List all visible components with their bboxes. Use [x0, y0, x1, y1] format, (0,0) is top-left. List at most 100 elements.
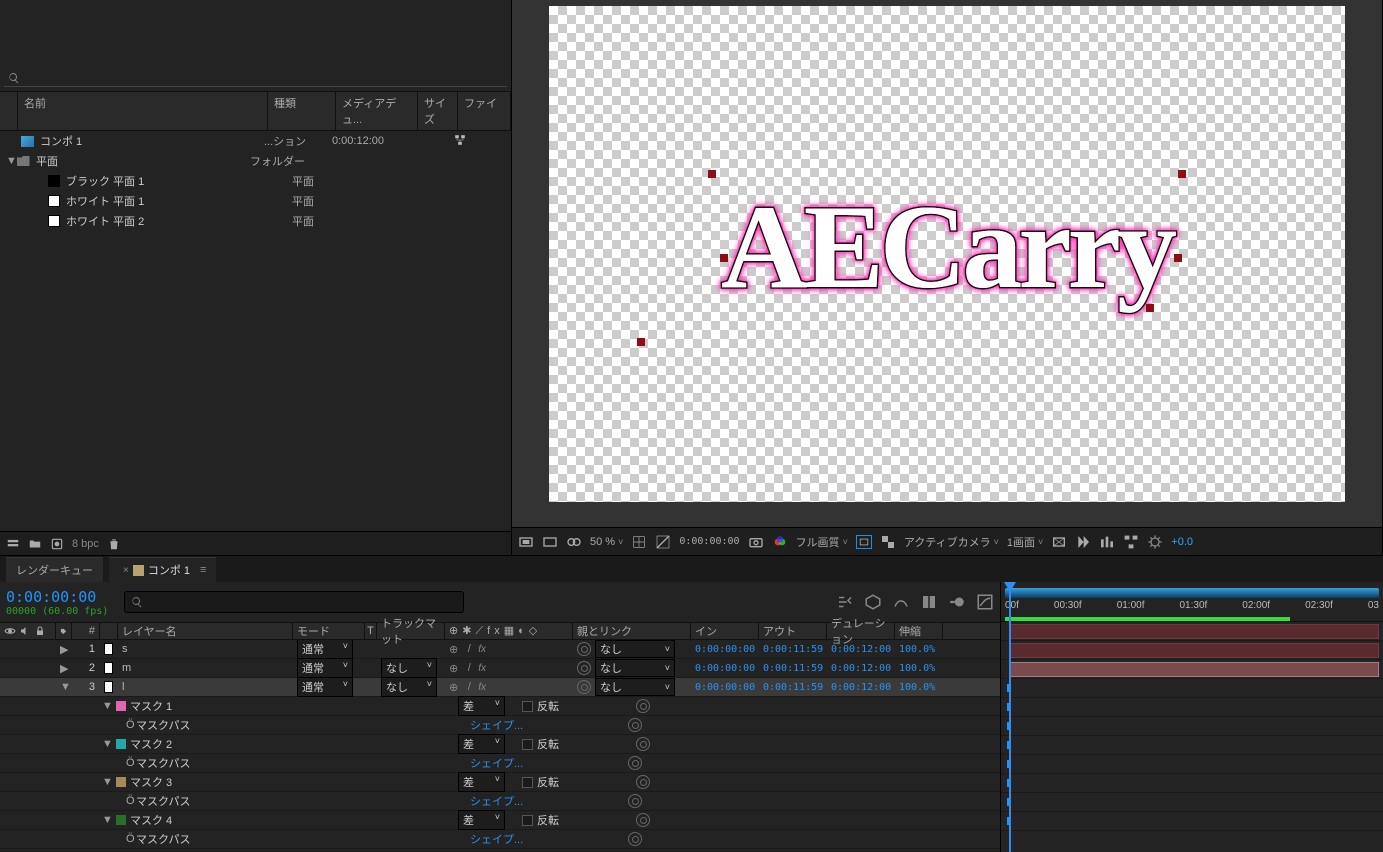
mask-mode-select[interactable]: 差˅: [458, 696, 505, 716]
layer-switches[interactable]: ⊕/fx: [445, 643, 573, 656]
text-layer[interactable]: AECarry: [721, 178, 1173, 316]
roi-icon[interactable]: [856, 535, 872, 549]
exposure-reset-icon[interactable]: [1147, 534, 1163, 550]
layer-duration[interactable]: 0:00:12:00: [827, 682, 895, 693]
tab-comp[interactable]: × コンポ 1 ≡: [109, 557, 216, 582]
views-select[interactable]: 1画面˅: [1007, 534, 1043, 550]
layer-stretch[interactable]: 100.0%: [895, 644, 943, 655]
selection-handle[interactable]: [1174, 254, 1182, 262]
mask-name[interactable]: マスク 3: [130, 774, 172, 790]
mask-path-row[interactable]: Ö マスクパス シェイプ...: [0, 830, 1000, 849]
mask-color-swatch[interactable]: [116, 739, 126, 749]
work-area-bar[interactable]: [1005, 617, 1290, 621]
viewer-timecode[interactable]: 0:00:00:00: [679, 536, 739, 547]
stopwatch-icon[interactable]: Ö: [126, 719, 136, 731]
pickwhip-icon[interactable]: [628, 794, 642, 808]
timeline-icon[interactable]: [1099, 534, 1115, 550]
twirl-icon[interactable]: ▼: [102, 814, 112, 826]
project-row-solid[interactable]: ホワイト 平面 1 平面: [0, 191, 511, 211]
mask-path-row[interactable]: Ö マスクパス シェイプ...: [0, 716, 1000, 735]
channel-icon[interactable]: [772, 534, 788, 550]
stopwatch-icon[interactable]: Ö: [126, 795, 136, 807]
mask-mode-select[interactable]: 差˅: [458, 810, 505, 830]
layer-row[interactable]: ▶ 2 m 通常˅ なし˅ ⊕/fx なし˅ 0:00:00:00 0:00:1…: [0, 659, 1000, 678]
col-in[interactable]: イン: [691, 623, 759, 639]
col-out[interactable]: アウト: [759, 623, 827, 639]
blend-mode-select[interactable]: 通常˅: [297, 640, 353, 659]
layer-in[interactable]: 0:00:00:00: [691, 663, 759, 674]
comp-mini-flowchart-icon[interactable]: [836, 593, 854, 611]
mask-shape-link[interactable]: シェイプ...: [470, 717, 523, 733]
pickwhip-icon[interactable]: [636, 813, 650, 827]
selection-handle[interactable]: [637, 338, 645, 346]
panel-menu-icon[interactable]: ≡: [200, 564, 206, 576]
pickwhip-icon[interactable]: [628, 756, 642, 770]
twirl-icon[interactable]: ▶: [60, 643, 68, 656]
mask-row[interactable]: ▼マスク 2 差˅ 反転: [0, 735, 1000, 754]
mask-row[interactable]: ▼マスク 3 差˅ 反転: [0, 773, 1000, 792]
mask-invert-checkbox[interactable]: [522, 701, 533, 712]
col-mode[interactable]: モード: [293, 623, 365, 639]
stopwatch-icon[interactable]: Ö: [126, 833, 136, 845]
pickwhip-icon[interactable]: [577, 680, 591, 694]
trash-icon[interactable]: [107, 537, 121, 551]
twirl-icon[interactable]: ▶: [60, 662, 68, 675]
pickwhip-icon[interactable]: [636, 737, 650, 751]
pixel-aspect-icon[interactable]: [1051, 534, 1067, 550]
col-parent[interactable]: 親とリンク: [573, 623, 691, 639]
pickwhip-icon[interactable]: [636, 699, 650, 713]
mask-color-swatch[interactable]: [116, 701, 126, 711]
track-row[interactable]: [1001, 774, 1383, 793]
blend-mode-select[interactable]: 通常˅: [297, 658, 353, 678]
mask-name[interactable]: マスク 2: [130, 736, 172, 752]
label-col-icon[interactable]: [60, 626, 67, 637]
mask-row[interactable]: ▼マスク 1 差˅ 反転: [0, 697, 1000, 716]
grid-icon[interactable]: [655, 534, 671, 550]
twirl-icon[interactable]: ▼: [102, 700, 112, 712]
track-row[interactable]: [1001, 622, 1383, 641]
layer-stretch[interactable]: 100.0%: [895, 682, 943, 693]
fast-preview-icon[interactable]: [1075, 534, 1091, 550]
track-row[interactable]: [1001, 679, 1383, 698]
layer-row[interactable]: ▼ 3 l 通常˅ なし˅ ⊕/fx なし˅ 0:00:00:00 0:00:1…: [0, 678, 1000, 697]
selection-handle[interactable]: [1146, 304, 1154, 312]
col-stretch[interactable]: 伸縮: [895, 623, 943, 639]
layer-in[interactable]: 0:00:00:00: [691, 682, 759, 693]
current-time[interactable]: 0:00:00:00: [6, 588, 108, 606]
project-search-input[interactable]: [26, 72, 503, 84]
track-matte-select[interactable]: なし˅: [381, 658, 437, 678]
viewer-canvas-wrap[interactable]: AECarry: [512, 0, 1382, 527]
mask-visibility-icon[interactable]: [566, 534, 582, 550]
motion-blur-icon[interactable]: [948, 593, 966, 611]
layer-duration[interactable]: 0:00:12:00: [827, 644, 895, 655]
graph-editor-icon[interactable]: [976, 593, 994, 611]
layer-out[interactable]: 0:00:11:59: [759, 663, 827, 674]
project-row-solid[interactable]: ホワイト 平面 2 平面: [0, 211, 511, 231]
mask-color-swatch[interactable]: [116, 815, 126, 825]
col-media-dur[interactable]: メディアデュ...: [336, 92, 418, 130]
track-row[interactable]: [1001, 641, 1383, 660]
col-duration[interactable]: デュレーション: [827, 623, 895, 639]
mask-invert-checkbox[interactable]: [522, 739, 533, 750]
snapshot-icon[interactable]: [748, 534, 764, 550]
mask-row[interactable]: ▼マスク 4 差˅ 反転: [0, 811, 1000, 830]
pickwhip-icon[interactable]: [628, 832, 642, 846]
layer-switches[interactable]: ⊕/fx: [445, 662, 573, 675]
col-t[interactable]: T: [365, 623, 377, 639]
layer-out[interactable]: 0:00:11:59: [759, 682, 827, 693]
layer-name[interactable]: s: [118, 643, 293, 655]
flowchart-icon[interactable]: [454, 134, 466, 146]
layer-in[interactable]: 0:00:00:00: [691, 644, 759, 655]
layer-row[interactable]: ▶ 1 s 通常˅ ⊕/fx なし˅ 0:00:00:00 0:00:11:59…: [0, 640, 1000, 659]
track-row[interactable]: [1001, 717, 1383, 736]
selection-handle[interactable]: [720, 254, 728, 262]
mask-name[interactable]: マスク 1: [130, 698, 172, 714]
col-index[interactable]: #: [72, 623, 100, 639]
track-row[interactable]: [1001, 755, 1383, 774]
new-comp-icon[interactable]: [50, 537, 64, 551]
pickwhip-icon[interactable]: [577, 642, 591, 656]
mask-path-row[interactable]: Ö マスクパス シェイプ...: [0, 754, 1000, 773]
col-kind[interactable]: 種類: [268, 92, 336, 130]
col-layer-name[interactable]: レイヤー名: [118, 623, 293, 639]
twirl-icon[interactable]: ▼: [60, 681, 70, 693]
